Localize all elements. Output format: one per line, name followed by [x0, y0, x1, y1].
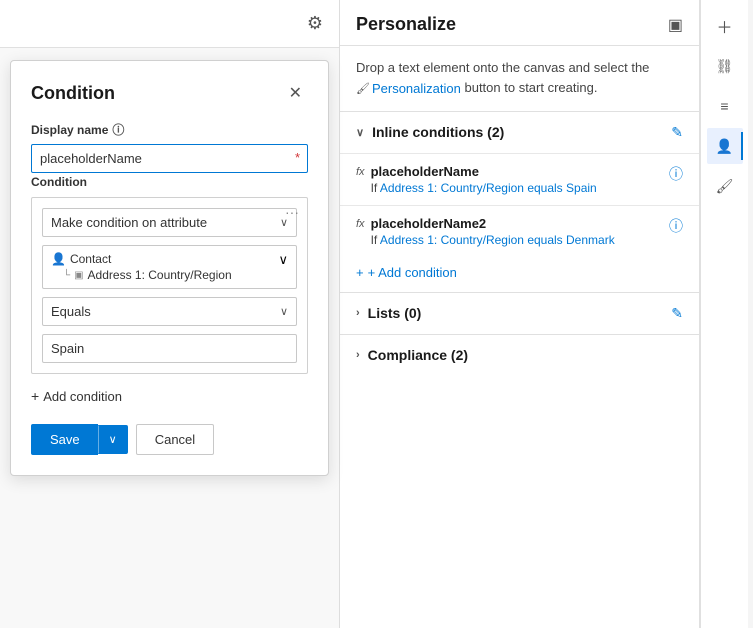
inline-conditions-edit-icon[interactable]: ✎ — [671, 124, 683, 141]
add-condition-link[interactable]: + Add condition — [31, 384, 308, 408]
operator-value: Equals — [51, 304, 91, 319]
desc-text-1: Drop a text element onto the canvas and … — [356, 60, 649, 75]
field-icon: ▣ — [74, 270, 83, 281]
personalize-link[interactable]: Personalization — [372, 79, 461, 99]
condition-item-2: fx placeholderName2 If Address 1: Countr… — [340, 205, 699, 257]
add-condition-plus-icon: + — [31, 388, 39, 404]
add-icon: ＋ — [716, 14, 732, 38]
attribute-contact-row: 👤 Contact — [51, 252, 232, 266]
compliance-section: › Compliance (2) — [340, 334, 699, 375]
condition-1-info-button[interactable]: ⓘ — [669, 164, 683, 184]
attribute-contact-label: Contact — [70, 252, 111, 266]
compliance-chevron: › — [356, 349, 360, 361]
brush-icon-button[interactable]: 🖌 — [707, 168, 743, 204]
condition-2-desc: If Address 1: Country/Region equals Denm… — [371, 233, 615, 247]
condition-item-2-left: fx placeholderName2 If Address 1: Countr… — [356, 216, 615, 247]
list-icon: ≡ — [720, 98, 728, 114]
condition-2-fx: fx — [356, 218, 365, 230]
lists-label: Lists (0) — [368, 305, 422, 321]
condition-2-details: placeholderName2 If Address 1: Country/R… — [371, 216, 615, 247]
condition-2-link[interactable]: Address 1: Country/Region equals Denmark — [380, 233, 615, 247]
attribute-selector[interactable]: 👤 Contact └ ▣ Address 1: Country/Region … — [42, 245, 297, 289]
save-dropdown-button[interactable]: ∨ — [98, 425, 128, 454]
people-icon: 👤 — [716, 138, 733, 155]
required-marker: * — [295, 150, 300, 165]
attribute-address-label: Address 1: Country/Region — [88, 268, 232, 282]
inline-conditions-chevron: ∨ — [356, 126, 364, 139]
gear-icon[interactable]: ⚙ — [307, 13, 323, 34]
people-icon-button[interactable]: 👤 — [707, 128, 743, 164]
dialog-footer: Save ∨ Cancel — [31, 424, 308, 455]
condition-section-label: Condition — [31, 175, 308, 189]
personalize-panel: Personalize ▣ Drop a text element onto t… — [340, 0, 700, 628]
compliance-left: › Compliance (2) — [356, 347, 468, 363]
personalize-inline-icon: 🖌 — [356, 81, 370, 98]
indent-icon: └ — [63, 270, 70, 281]
attribute-address-row: └ ▣ Address 1: Country/Region — [51, 268, 232, 282]
value-input[interactable] — [42, 334, 297, 363]
close-button[interactable]: ✕ — [283, 81, 308, 105]
add-icon-button[interactable]: ＋ — [707, 8, 743, 44]
add-condition-row[interactable]: + + Add condition — [340, 257, 699, 292]
condition-box-menu[interactable]: ··· — [285, 204, 299, 220]
lists-edit-icon[interactable]: ✎ — [671, 305, 683, 322]
condition-1-name: placeholderName — [371, 164, 597, 179]
personalize-header: Personalize ▣ — [340, 0, 699, 46]
canvas-area: ⚙ Condition ✕ Display name ⓘ * Condition… — [0, 0, 340, 628]
display-name-input[interactable] — [31, 144, 308, 173]
brush-icon: 🖌 — [716, 178, 734, 195]
condition-2-info-button[interactable]: ⓘ — [669, 216, 683, 236]
attribute-content: 👤 Contact └ ▣ Address 1: Country/Region — [51, 252, 232, 282]
condition-item-1: fx placeholderName If Address 1: Country… — [340, 153, 699, 205]
inline-conditions-section: ∨ Inline conditions (2) ✎ fx placeholder… — [340, 111, 699, 292]
cancel-button[interactable]: Cancel — [136, 424, 214, 455]
add-condition-label-right[interactable]: + Add condition — [368, 265, 457, 280]
dialog-header: Condition ✕ — [31, 81, 308, 105]
condition-1-fx: fx — [356, 166, 365, 178]
condition-1-details: placeholderName If Address 1: Country/Re… — [371, 164, 597, 195]
display-name-info-icon: ⓘ — [112, 121, 124, 138]
condition-item-1-left: fx placeholderName If Address 1: Country… — [356, 164, 597, 195]
condition-1-link[interactable]: Address 1: Country/Region equals Spain — [380, 181, 597, 195]
condition-box: ··· Make condition on attribute ∨ 👤 Cont… — [31, 197, 308, 374]
condition-type-value: Make condition on attribute — [51, 215, 207, 230]
icon-bar: ＋ ⛓ ≡ 👤 🖌 — [700, 0, 748, 628]
personalize-header-icon: ▣ — [668, 15, 683, 35]
inline-conditions-label: Inline conditions (2) — [372, 124, 504, 140]
operator-dropdown[interactable]: Equals ∨ — [42, 297, 297, 326]
condition-dialog: Condition ✕ Display name ⓘ * Condition ·… — [10, 60, 329, 476]
list-icon-button[interactable]: ≡ — [707, 88, 743, 124]
desc-text-2: button to start creating. — [464, 80, 597, 95]
personalize-title: Personalize — [356, 14, 456, 35]
canvas-toolbar: ⚙ — [0, 0, 339, 48]
lists-left: › Lists (0) — [356, 305, 421, 321]
inline-conditions-left: ∨ Inline conditions (2) — [356, 124, 504, 140]
personalize-description: Drop a text element onto the canvas and … — [340, 46, 699, 111]
lists-section: › Lists (0) ✎ — [340, 292, 699, 334]
inline-conditions-header[interactable]: ∨ Inline conditions (2) ✎ — [340, 112, 699, 153]
lists-chevron: › — [356, 307, 360, 319]
add-condition-plus-right: + — [356, 265, 364, 280]
compliance-header[interactable]: › Compliance (2) — [340, 335, 699, 375]
person-icon: 👤 — [51, 252, 66, 266]
attribute-chevron: ∨ — [278, 252, 288, 268]
condition-type-dropdown[interactable]: Make condition on attribute ∨ — [42, 208, 297, 237]
condition-1-desc: If Address 1: Country/Region equals Spai… — [371, 181, 597, 195]
dialog-title: Condition — [31, 83, 115, 104]
save-button[interactable]: Save — [31, 424, 98, 455]
condition-2-name: placeholderName2 — [371, 216, 615, 231]
lists-header[interactable]: › Lists (0) ✎ — [340, 293, 699, 334]
workflow-icon-button[interactable]: ⛓ — [707, 48, 743, 84]
operator-chevron: ∨ — [280, 305, 288, 318]
add-condition-label: Add condition — [43, 389, 122, 404]
workflow-icon: ⛓ — [716, 58, 734, 75]
compliance-label: Compliance (2) — [368, 347, 468, 363]
display-name-label: Display name ⓘ — [31, 121, 308, 138]
